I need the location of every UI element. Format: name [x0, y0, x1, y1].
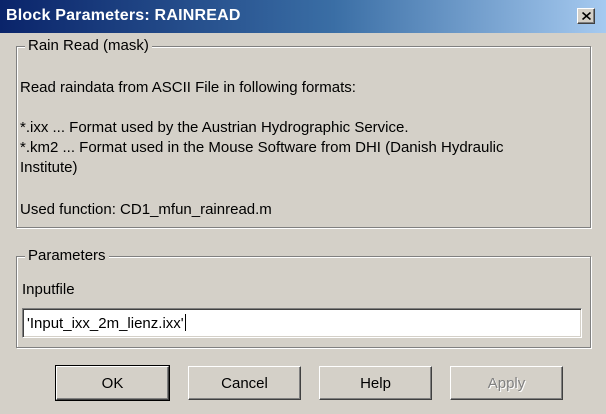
title-bar[interactable]: Block Parameters: RAINREAD: [0, 0, 606, 33]
inputfile-value: 'Input_ixx_2m_lienz.ixx': [27, 315, 184, 332]
help-button-label: Help: [360, 374, 391, 392]
ok-button[interactable]: OK: [55, 365, 170, 401]
apply-button[interactable]: Apply: [450, 366, 563, 400]
format-km2-text: *.km2 ... Format used in the Mouse Softw…: [20, 139, 504, 156]
cancel-button[interactable]: Cancel: [188, 366, 301, 400]
window-title: Block Parameters: RAINREAD: [6, 7, 241, 24]
text-caret: [184, 314, 186, 331]
mask-description: Read raindata from ASCII File in followi…: [20, 79, 356, 96]
apply-button-label: Apply: [487, 374, 526, 392]
mask-group-legend: Rain Read (mask): [25, 37, 152, 55]
parameters-group-legend: Parameters: [25, 247, 109, 265]
inputfile-label: Inputfile: [22, 281, 75, 298]
format-km2-text-cont: Institute): [20, 159, 78, 176]
cancel-button-label: Cancel: [221, 374, 268, 392]
close-icon: [581, 12, 591, 20]
used-function-text: Used function: CD1_mfun_rainread.m: [20, 201, 272, 218]
inputfile-field[interactable]: 'Input_ixx_2m_lienz.ixx': [22, 308, 582, 338]
help-button[interactable]: Help: [319, 366, 432, 400]
format-ixx-text: *.ixx ... Format used by the Austrian Hy…: [20, 119, 409, 136]
close-button[interactable]: [577, 8, 595, 24]
ok-button-label: OK: [101, 374, 124, 392]
